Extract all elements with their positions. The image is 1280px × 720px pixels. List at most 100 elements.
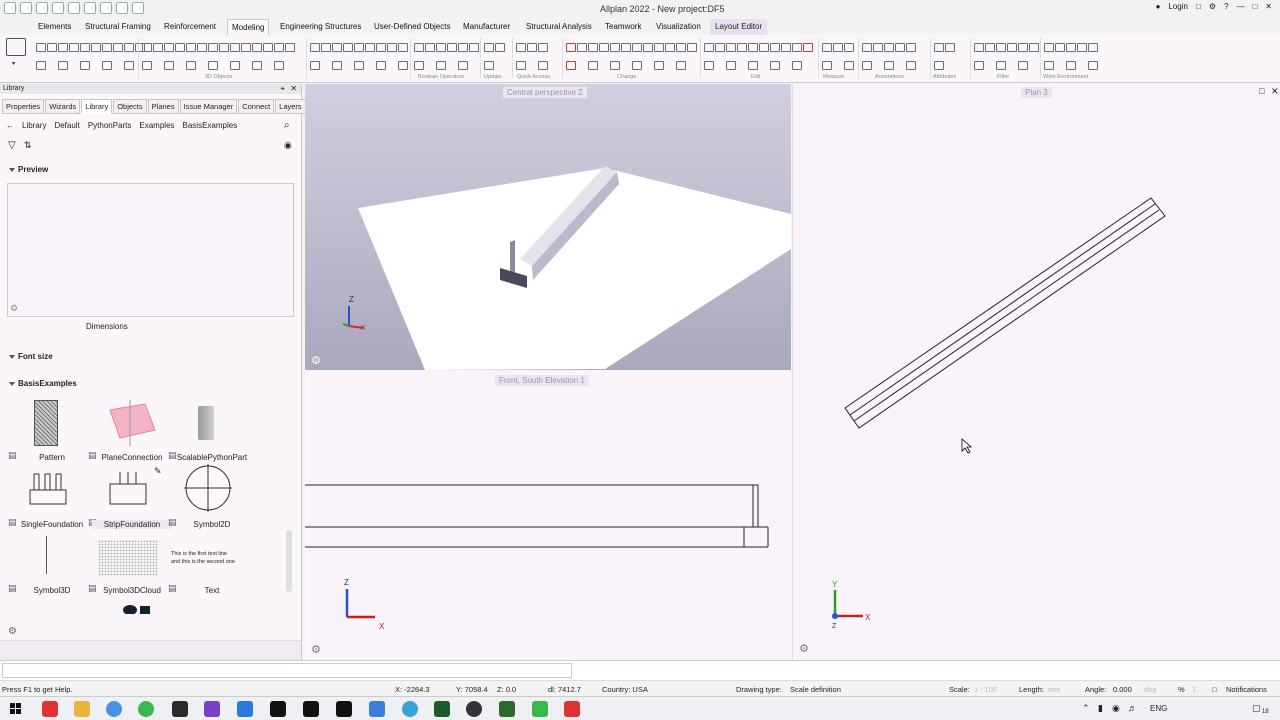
ribbon-tool-icon-82[interactable] xyxy=(676,43,686,52)
ribbon-tool-icon-43[interactable] xyxy=(354,61,364,70)
ribbon-tool-icon-37[interactable] xyxy=(310,61,320,70)
browser-icon[interactable] xyxy=(402,701,418,717)
ribbon-tool-icon-68[interactable] xyxy=(566,61,576,70)
ribbon-tool-icon-30[interactable] xyxy=(252,43,262,52)
vscode-icon[interactable] xyxy=(237,701,253,717)
ribbon-tool-icon-92[interactable] xyxy=(748,61,758,70)
ribbon-tool-icon-130[interactable] xyxy=(1077,43,1087,52)
ribbon-tool-icon-78[interactable] xyxy=(643,43,653,52)
ribbon-tool-icon-8[interactable] xyxy=(91,43,101,52)
preview-settings-icon[interactable]: ⚙ xyxy=(10,303,18,314)
ribbon-tool-icon-91[interactable] xyxy=(748,43,758,52)
tab-manufacturer[interactable]: Manufacturer xyxy=(463,22,510,31)
save-icon[interactable] xyxy=(36,2,48,14)
ribbon-tool-icon-10[interactable] xyxy=(102,61,112,70)
ribbon-tool-icon-114[interactable] xyxy=(934,61,944,70)
ribbon-tool-icon-93[interactable] xyxy=(759,43,769,52)
symbol2d-thumbnail[interactable] xyxy=(184,464,232,512)
ribbon-tool-icon-125[interactable] xyxy=(1044,43,1054,52)
ribbon-tool-icon-107[interactable] xyxy=(873,43,883,52)
ribbon-tool-icon-57[interactable] xyxy=(458,61,468,70)
ribbon-tool-icon-100[interactable] xyxy=(822,43,832,52)
app-icon-8[interactable] xyxy=(564,701,580,717)
tab-structural-framing[interactable]: Structural Framing xyxy=(85,22,151,31)
breadcrumb-basisexamples[interactable]: BasisExamples xyxy=(183,121,238,130)
ribbon-tool-icon-15[interactable] xyxy=(142,43,152,52)
tab-reinforcement[interactable]: Reinforcement xyxy=(164,22,216,31)
refresh-icon[interactable] xyxy=(116,2,128,14)
ribbon-tool-icon-13[interactable] xyxy=(124,61,134,70)
length-value[interactable]: mm xyxy=(1048,685,1061,694)
panel-tab-planes[interactable]: Planes xyxy=(147,99,179,114)
tab-engineering-structures[interactable]: Engineering Structures xyxy=(280,22,361,31)
viewport-plan[interactable]: Plan 3 □ ✕ Y X Z ⚙ xyxy=(792,84,1280,660)
app-icon-4[interactable] xyxy=(434,701,450,717)
layout-dropdown-icon[interactable]: ▾ xyxy=(12,60,15,67)
ribbon-tool-icon-53[interactable] xyxy=(436,43,446,52)
ribbon-tool-icon-46[interactable] xyxy=(376,61,386,70)
chrome-icon[interactable] xyxy=(106,701,122,717)
print-icon[interactable] xyxy=(84,2,96,14)
viewport-front[interactable]: Front, South Elevation 1 Z X ⚙ xyxy=(305,371,792,660)
text-thumbnail[interactable]: This is the first text line and this is … xyxy=(171,550,261,566)
ribbon-tool-icon-103[interactable] xyxy=(844,43,854,52)
notifications-button[interactable]: Notifications xyxy=(1226,685,1267,694)
ribbon-tool-icon-19[interactable] xyxy=(164,61,174,70)
ribbon-tool-icon-70[interactable] xyxy=(588,43,598,52)
ribbon-tool-icon-79[interactable] xyxy=(654,43,664,52)
ribbon-tool-icon-48[interactable] xyxy=(398,43,408,52)
edit-pencil-icon[interactable]: ✎ xyxy=(154,466,162,477)
ribbon-tool-icon-118[interactable] xyxy=(985,43,995,52)
basisexamples-section-title[interactable]: BasisExamples xyxy=(18,379,77,388)
viewport-settings-icon[interactable]: ⚙ xyxy=(799,642,809,655)
allplan-icon-3[interactable] xyxy=(336,701,352,717)
ribbon-tool-icon-97[interactable] xyxy=(792,43,802,52)
ribbon-tool-icon-67[interactable] xyxy=(566,43,576,52)
ribbon-tool-icon-110[interactable] xyxy=(895,43,905,52)
ribbon-tool-icon-105[interactable] xyxy=(862,43,872,52)
pin-icon[interactable]: ⌖ xyxy=(280,84,285,94)
font-size-section-title[interactable]: Font size xyxy=(18,352,53,361)
ribbon-tool-icon-76[interactable] xyxy=(632,43,642,52)
tray-volume-icon[interactable]: ♬ xyxy=(1128,703,1137,713)
ribbon-tool-icon-39[interactable] xyxy=(332,43,342,52)
breadcrumb-examples[interactable]: Examples xyxy=(139,121,174,130)
ribbon-tool-icon-126[interactable] xyxy=(1044,61,1054,70)
planeconnection-thumbnail[interactable] xyxy=(100,400,162,446)
ribbon-tool-icon-26[interactable] xyxy=(219,43,229,52)
ribbon-tool-icon-106[interactable] xyxy=(862,61,872,70)
tab-user-defined-objects[interactable]: User-Defined Objects xyxy=(374,22,450,31)
tray-language[interactable]: ENG xyxy=(1150,704,1167,713)
close-button[interactable]: ✕ xyxy=(1265,2,1272,11)
ribbon-tool-icon-71[interactable] xyxy=(588,61,598,70)
ribbon-tool-icon-116[interactable] xyxy=(974,43,984,52)
ribbon-tool-icon-55[interactable] xyxy=(447,43,457,52)
ribbon-tool-icon-17[interactable] xyxy=(153,43,163,52)
angle-value[interactable]: 0.000 xyxy=(1113,685,1132,694)
ribbon-tool-icon-50[interactable] xyxy=(414,43,424,52)
user-icon[interactable]: ● xyxy=(1156,2,1161,11)
settings-icon[interactable] xyxy=(132,2,144,14)
tab-elements[interactable]: Elements xyxy=(38,22,71,31)
ribbon-tool-icon-35[interactable] xyxy=(285,43,295,52)
panel-tab-properties[interactable]: Properties xyxy=(2,99,45,114)
drawing-type-value[interactable]: Scale definition xyxy=(790,685,841,694)
ribbon-tool-icon-85[interactable] xyxy=(704,43,714,52)
ribbon-tool-icon-62[interactable] xyxy=(516,43,526,52)
monitor-icon[interactable]: □ xyxy=(1196,2,1201,11)
ribbon-tool-icon-96[interactable] xyxy=(781,43,791,52)
tab-visualization[interactable]: Visualization xyxy=(656,22,701,31)
open-icon[interactable] xyxy=(20,2,32,14)
ribbon-tool-icon-119[interactable] xyxy=(996,43,1006,52)
maximize-button[interactable]: □ xyxy=(1252,2,1257,11)
new-icon[interactable] xyxy=(4,2,16,14)
ribbon-tool-icon-86[interactable] xyxy=(704,61,714,70)
ribbon-tool-icon-25[interactable] xyxy=(208,61,218,70)
ribbon-tool-icon-28[interactable] xyxy=(230,61,240,70)
ribbon-tool-icon-23[interactable] xyxy=(197,43,207,52)
ribbon-tool-icon-1[interactable] xyxy=(36,61,46,70)
ribbon-tool-icon-60[interactable] xyxy=(484,61,494,70)
app-icon-5[interactable] xyxy=(466,701,482,717)
ribbon-tool-icon-89[interactable] xyxy=(726,61,736,70)
ribbon-tool-icon-9[interactable] xyxy=(102,43,112,52)
